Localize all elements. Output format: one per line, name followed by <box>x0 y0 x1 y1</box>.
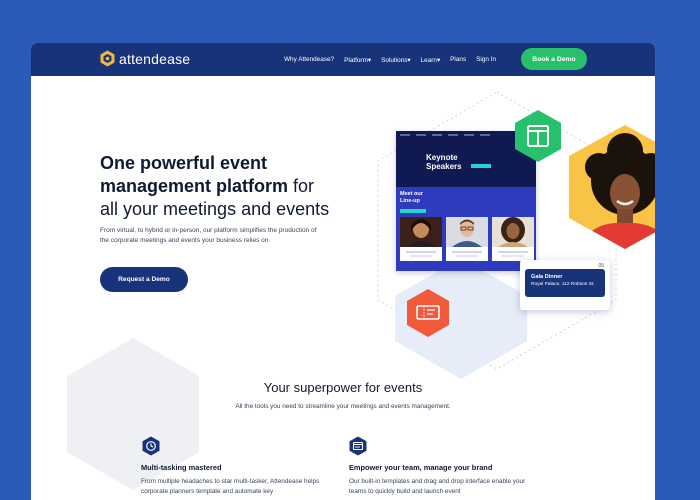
speaker-photo <box>400 217 442 247</box>
speaker-card <box>492 217 534 261</box>
hero-title-light-1: for <box>288 176 315 196</box>
hero-title-bold-1: One powerful event <box>100 153 268 173</box>
gala-place: Royal Palace, 112 Robson St. <box>531 282 595 287</box>
feature-desc-empower: Our built-in templates and drag and drop… <box>349 478 526 495</box>
feature-title-empower: Empower your team, manage your brand <box>349 463 493 472</box>
nav-link-solutions[interactable]: Solutions▾ <box>381 56 411 64</box>
hero-title-bold-2: management platform <box>100 176 289 196</box>
features-subtitle: All the tools you need to streamline you… <box>235 403 451 410</box>
feature-desc-multitasking: From multiple headaches to star multi-ta… <box>141 478 320 495</box>
mockup-lineup-title: Meet our Line-up <box>400 191 423 204</box>
request-demo-button[interactable]: Request a Demo <box>100 267 188 292</box>
browser-icon <box>349 436 367 456</box>
speaker-photo <box>446 217 488 247</box>
book-demo-button[interactable]: Book a Demo <box>521 48 587 70</box>
nav-link-sign-in[interactable]: Sign In <box>476 56 496 63</box>
layout-icon <box>515 110 561 162</box>
brand-logo[interactable]: attendease <box>100 50 190 67</box>
brand-name: attendease <box>119 50 191 67</box>
browser-window: attendease Why Attendease? Platform▾ Sol… <box>31 43 655 500</box>
nav-link-learn[interactable]: Learn▾ <box>421 56 441 64</box>
gala-details: Gala Dinner Royal Palace, 112 Robson St. <box>525 269 605 297</box>
feature-title-multitasking: Multi-tasking mastered <box>141 463 222 472</box>
nav-link-platform[interactable]: Platform▾ <box>344 56 371 64</box>
gala-name: Gala Dinner <box>531 274 563 280</box>
speaker-card <box>400 217 442 261</box>
nav-links: Why Attendease? Platform▾ Solutions▾ Lea… <box>284 43 496 76</box>
hexagon-logo-icon <box>100 50 115 67</box>
hero-subtitle: From virtual, to hybrid or in-person, ou… <box>100 227 317 244</box>
hero-title-light-2: all your meetings and events <box>100 199 330 219</box>
hero-title: One powerful event management platform f… <box>100 152 350 221</box>
nav-link-why[interactable]: Why Attendease? <box>284 56 334 63</box>
ticket-icon <box>407 289 449 337</box>
mockup-keynote-title: Keynote Speakers <box>426 153 462 171</box>
nav-link-plans[interactable]: Plans <box>450 56 466 63</box>
clock-icon <box>142 436 160 456</box>
navbar: attendease Why Attendease? Platform▾ Sol… <box>31 43 655 76</box>
speaker-photo <box>492 217 534 247</box>
gala-event-card[interactable]: 05 Gala Dinner Royal Palace, 112 Robson … <box>520 260 610 310</box>
avatar <box>569 125 655 249</box>
features-title: Your superpower for events <box>263 380 423 395</box>
speaker-card <box>446 217 488 261</box>
mockup-lineup-button <box>400 209 426 213</box>
mockup-button <box>471 164 491 168</box>
